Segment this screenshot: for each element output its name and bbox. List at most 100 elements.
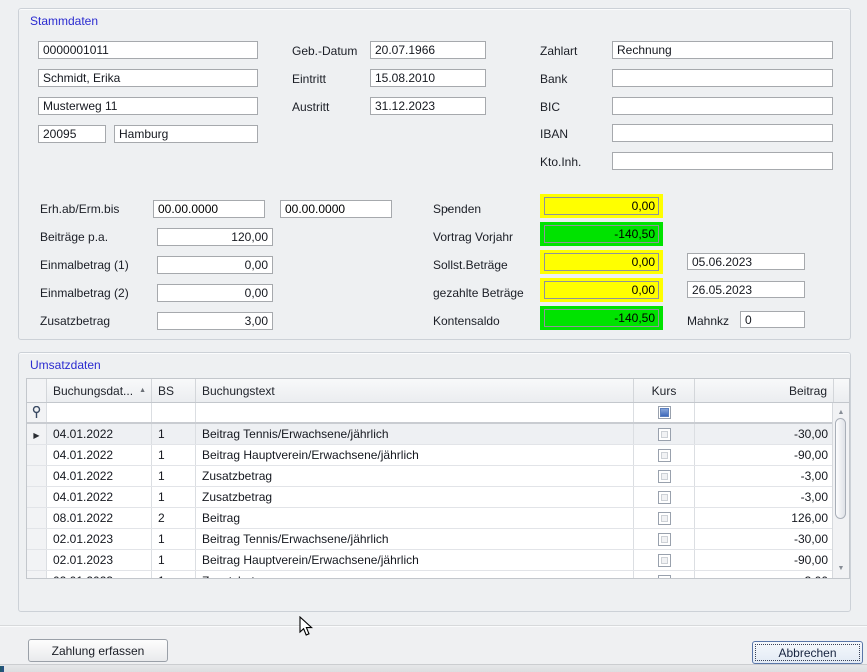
cell-bs[interactable]: 1 [152,424,196,444]
cell-buchungsdatum[interactable]: 02.01.2023 [47,550,152,570]
grid-header-beitrag[interactable]: Beitrag [695,379,834,402]
member-street-field[interactable] [38,97,258,115]
cell-beitrag[interactable]: -90,00 [695,445,834,465]
cell-kurs[interactable] [634,529,695,549]
table-row[interactable]: 04.01.20221Beitrag Hauptverein/Erwachsen… [27,445,849,466]
scroll-down-icon[interactable] [833,561,849,576]
grid-header-buchungstext[interactable]: Buchungstext [196,379,634,402]
table-row[interactable]: 04.01.20221Beitrag Tennis/Erwachsene/jäh… [27,424,849,445]
kontensaldo-field[interactable] [544,309,659,327]
cell-kurs[interactable] [634,487,695,507]
scrollbar-thumb[interactable] [835,418,846,519]
kurs-checkbox[interactable] [658,491,671,504]
cell-beitrag[interactable]: -3,00 [695,466,834,486]
vortrag-vorjahr-field[interactable] [544,225,659,243]
kurs-filter-checkbox[interactable] [658,406,671,419]
cell-buchungsdatum[interactable]: 02.01.2023 [47,529,152,549]
cell-bs[interactable]: 1 [152,445,196,465]
bank-field[interactable] [612,69,833,87]
spenden-field[interactable] [544,197,659,215]
cell-buchungstext[interactable]: Beitrag Hauptverein/Erwachsene/jährlich [196,445,634,465]
table-row[interactable]: 08.01.20222Beitrag 126,00 [27,508,849,529]
cell-buchungsdatum[interactable]: 04.01.2022 [47,445,152,465]
kurs-checkbox[interactable] [658,449,671,462]
erh-ab-combobox[interactable] [153,200,265,218]
gezahlte-betraege-field[interactable] [544,281,659,299]
bic-field[interactable] [612,97,833,115]
kurs-checkbox[interactable] [658,554,671,567]
table-row[interactable]: 04.01.20221Zusatzbetrag -3,00 [27,487,849,508]
abbrechen-button[interactable]: Abbrechen [752,641,863,664]
filter-cell-kurs[interactable] [634,403,695,422]
grid-header-bs[interactable]: BS [152,379,196,402]
cell-buchungstext[interactable]: Zusatzbetrag [196,466,634,486]
cell-beitrag[interactable]: -3,00 [695,571,834,579]
iban-field[interactable] [612,124,833,142]
sollst-betraege-field[interactable] [544,253,659,271]
member-number-field[interactable] [38,41,258,59]
cell-buchungstext[interactable]: Zusatzbetrag [196,571,634,579]
vertical-scrollbar[interactable] [832,403,849,578]
cell-bs[interactable]: 1 [152,487,196,507]
cell-beitrag[interactable]: -3,00 [695,487,834,507]
geb-datum-field[interactable] [370,41,486,59]
gezahlt-datum-field[interactable] [687,281,805,298]
cell-beitrag[interactable]: -30,00 [695,424,834,444]
grid-filter-row[interactable] [27,403,849,424]
filter-cell-bs[interactable] [152,403,196,422]
filter-cell-betrag[interactable] [695,403,834,422]
kurs-checkbox[interactable] [658,533,671,546]
kurs-checkbox[interactable] [658,470,671,483]
erm-bis-combobox[interactable] [280,200,392,218]
cell-bs[interactable]: 1 [152,466,196,486]
erm-bis-value[interactable] [281,201,444,217]
cell-kurs[interactable] [634,508,695,528]
member-name-field[interactable] [38,69,258,87]
cell-buchungsdatum[interactable]: 04.01.2022 [47,487,152,507]
cell-bs[interactable]: 1 [152,571,196,579]
cell-buchungstext[interactable]: Beitrag Hauptverein/Erwachsene/jährlich [196,550,634,570]
table-row[interactable]: 02.01.20231Beitrag Tennis/Erwachsene/jäh… [27,529,849,550]
einmalbetrag2-field[interactable] [157,284,273,302]
table-row[interactable]: 04.01.20221Zusatzbetrag -3,00 [27,466,849,487]
member-city-field[interactable] [114,125,258,143]
cell-kurs[interactable] [634,466,695,486]
cell-kurs[interactable] [634,445,695,465]
kto-inh-field[interactable] [612,152,833,170]
sollst-datum-field[interactable] [687,253,805,270]
grid-header-buchungsdatum[interactable]: Buchungsdat... [47,379,152,402]
member-zip-field[interactable] [38,125,106,143]
einmalbetrag1-field[interactable] [157,256,273,274]
zusatzbetrag-field[interactable] [157,312,273,330]
table-row[interactable]: 02.01.20231Beitrag Hauptverein/Erwachsen… [27,550,849,571]
cell-buchungstext[interactable]: Beitrag [196,508,634,528]
cell-buchungsdatum[interactable]: 02.01.2023 [47,571,152,579]
zahlart-field[interactable] [612,41,833,59]
cell-kurs[interactable] [634,571,695,579]
table-row[interactable]: 02.01.20231Zusatzbetrag -3,00 [27,571,849,579]
cell-buchungstext[interactable]: Zusatzbetrag [196,487,634,507]
kurs-checkbox[interactable] [658,575,671,580]
grid-header-kurs[interactable]: Kurs [634,379,695,402]
cell-beitrag[interactable]: -90,00 [695,550,834,570]
cell-buchungstext[interactable]: Beitrag Tennis/Erwachsene/jährlich [196,424,634,444]
cell-beitrag[interactable]: -30,00 [695,529,834,549]
cell-beitrag[interactable]: 126,00 [695,508,834,528]
cell-buchungsdatum[interactable]: 04.01.2022 [47,424,152,444]
beitraege-pa-field[interactable] [157,228,273,246]
cell-buchungsdatum[interactable]: 08.01.2022 [47,508,152,528]
cell-bs[interactable]: 2 [152,508,196,528]
filter-cell-text[interactable] [196,403,634,422]
cell-kurs[interactable] [634,550,695,570]
cell-bs[interactable]: 1 [152,529,196,549]
cell-buchungstext[interactable]: Beitrag Tennis/Erwachsene/jährlich [196,529,634,549]
zahlung-erfassen-button[interactable]: Zahlung erfassen [28,639,168,662]
kurs-checkbox[interactable] [658,428,671,441]
eintritt-field[interactable] [370,69,486,87]
mahnkz-field[interactable] [740,311,805,328]
filter-cell-date[interactable] [47,403,152,422]
kurs-checkbox[interactable] [658,512,671,525]
cell-bs[interactable]: 1 [152,550,196,570]
austritt-field[interactable] [370,97,486,115]
cell-buchungsdatum[interactable]: 04.01.2022 [47,466,152,486]
